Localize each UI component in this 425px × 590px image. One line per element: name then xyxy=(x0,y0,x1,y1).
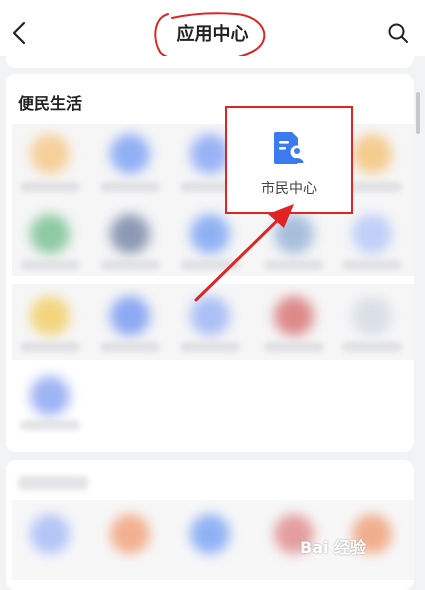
blurred-app-icon[interactable] xyxy=(110,296,150,336)
blurred-app-label xyxy=(20,420,80,430)
blurred-app-icon[interactable] xyxy=(352,296,392,336)
blurred-app-icon[interactable] xyxy=(274,214,314,254)
blurred-app-label xyxy=(100,182,160,192)
next-section-card xyxy=(6,460,414,590)
citizen-center-icon xyxy=(274,132,304,164)
scrollbar[interactable] xyxy=(416,92,420,134)
blurred-app-icon[interactable] xyxy=(30,296,70,336)
search-icon[interactable] xyxy=(387,22,409,44)
blurred-app-icon[interactable] xyxy=(110,134,150,174)
blurred-section-title xyxy=(18,476,88,490)
blurred-app-icon[interactable] xyxy=(190,296,230,336)
blurred-app-label xyxy=(264,342,324,352)
citizen-center-app[interactable]: 市民中心 xyxy=(225,106,353,214)
blurred-app-icon[interactable] xyxy=(190,214,230,254)
section-title: 便民生活 xyxy=(18,94,83,113)
blurred-app-label xyxy=(342,342,402,352)
blurred-app-label xyxy=(180,260,240,270)
blurred-app-icon[interactable] xyxy=(110,514,150,554)
blurred-app-icon[interactable] xyxy=(30,514,70,554)
blurred-app-label xyxy=(100,260,160,270)
previous-section-edge xyxy=(6,56,414,68)
blurred-app-icon[interactable] xyxy=(190,134,230,174)
blurred-app-icon[interactable] xyxy=(352,214,392,254)
blurred-app-label xyxy=(20,182,80,192)
blurred-app-icon[interactable] xyxy=(110,214,150,254)
blurred-app-label xyxy=(20,260,80,270)
blurred-app-label xyxy=(180,342,240,352)
blurred-app-label xyxy=(20,342,80,352)
blurred-app-icon[interactable] xyxy=(190,514,230,554)
blurred-app-icon[interactable] xyxy=(30,134,70,174)
blurred-app-icon[interactable] xyxy=(30,376,70,416)
watermark: Bai 经验 xyxy=(300,538,367,557)
citizen-center-label: 市民中心 xyxy=(261,181,317,197)
app-grid-row xyxy=(12,124,414,200)
blurred-app-icon[interactable] xyxy=(274,296,314,336)
blurred-app-label xyxy=(100,342,160,352)
blurred-app-icon[interactable] xyxy=(30,214,70,254)
app-grid-row xyxy=(12,284,414,360)
app-grid-row xyxy=(12,200,414,276)
blurred-app-label xyxy=(342,260,402,270)
blurred-app-icon[interactable] xyxy=(352,134,392,174)
top-bar: 应用中心 xyxy=(0,0,425,63)
blurred-app-label xyxy=(264,260,324,270)
